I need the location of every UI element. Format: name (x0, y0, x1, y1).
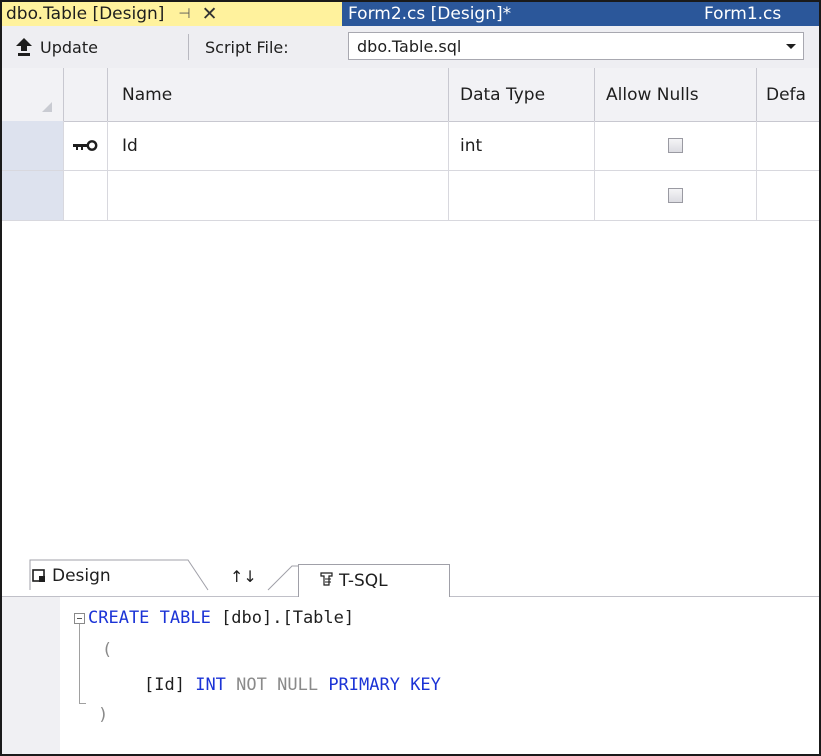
tab-design[interactable]: Design (32, 560, 111, 592)
row-selector[interactable] (2, 121, 64, 170)
default-cell[interactable] (757, 121, 819, 170)
tab-design-label: Design (52, 566, 111, 586)
tab-form1[interactable]: Form1.cs (704, 2, 781, 26)
select-all-icon[interactable] (42, 102, 52, 112)
grid-header: Name Data Type Allow Nulls Defa (2, 68, 819, 122)
table-designer-window: dbo.Table [Design] ⊣ ✕ Form2.cs [Design]… (0, 0, 821, 756)
header-name[interactable]: Name (108, 68, 449, 121)
data-type-cell[interactable]: int (449, 121, 595, 170)
chevron-down-icon[interactable] (786, 44, 796, 49)
tab-title: Form2.cs [Design]* (348, 4, 512, 24)
pane-tab-strip: Design ↑↓ T-SQL (2, 556, 819, 597)
pin-icon[interactable]: ⊣ (178, 6, 190, 22)
allow-nulls-cell (595, 171, 757, 220)
tab-title: dbo.Table [Design] (6, 4, 165, 24)
code-line: ( (102, 640, 113, 660)
editor-gutter (2, 597, 60, 754)
name-cell[interactable]: Id (108, 121, 449, 170)
primary-key-cell (64, 121, 108, 170)
update-label: Update (40, 37, 98, 57)
script-file-label: Script File: (205, 37, 289, 57)
header-default[interactable]: Defa (757, 68, 819, 121)
header-data-type[interactable]: Data Type (449, 68, 595, 121)
toolbar-separator (188, 34, 189, 60)
swap-panes-button[interactable]: ↑↓ (230, 560, 257, 592)
key-icon (72, 139, 97, 151)
header-allow-nulls[interactable]: Allow Nulls (595, 68, 757, 121)
designer-toolbar: Update Script File: dbo.Table.sql (2, 26, 819, 69)
default-cell[interactable] (757, 171, 819, 220)
tab-title: Form1.cs (704, 4, 782, 24)
tab-form2-design[interactable]: Form2.cs [Design]* (348, 2, 511, 26)
primary-key-cell (64, 171, 108, 220)
code-line: [Id] INT NOT NULL PRIMARY KEY (144, 675, 441, 695)
name-cell[interactable] (108, 171, 449, 220)
code-line: CREATE TABLE [dbo].[Table] (88, 608, 355, 628)
header-corner[interactable] (2, 68, 64, 121)
document-tab-strip: dbo.Table [Design] ⊣ ✕ Form2.cs [Design]… (2, 2, 819, 26)
fold-guide-end (79, 703, 86, 704)
allow-nulls-cell (595, 121, 757, 170)
script-file-dropdown[interactable]: dbo.Table.sql (348, 32, 804, 60)
data-type-cell[interactable] (449, 171, 595, 220)
header-key-column (64, 68, 108, 121)
fold-guide (79, 624, 80, 704)
table-row[interactable] (2, 171, 819, 221)
allow-nulls-checkbox[interactable] (668, 138, 683, 153)
script-icon (319, 572, 335, 590)
sql-editor[interactable]: CREATE TABLE [dbo].[Table] ( [Id] INT NO… (2, 597, 819, 754)
close-icon[interactable]: ✕ (202, 4, 218, 24)
code-line: ) (98, 705, 109, 725)
tab-dbo-table-design[interactable]: dbo.Table [Design] ⊣ ✕ (2, 2, 342, 26)
design-view-icon (32, 569, 45, 582)
allow-nulls-checkbox[interactable] (668, 188, 683, 203)
tab-tsql-label: T-SQL (339, 571, 388, 591)
upload-arrow-icon (16, 38, 32, 56)
collapse-toggle[interactable] (74, 613, 85, 624)
row-selector[interactable] (2, 171, 64, 220)
table-row[interactable]: Id int (2, 121, 819, 171)
tab-tsql[interactable]: T-SQL (298, 564, 450, 597)
script-file-value: dbo.Table.sql (357, 37, 462, 56)
update-button[interactable]: Update (16, 35, 98, 59)
